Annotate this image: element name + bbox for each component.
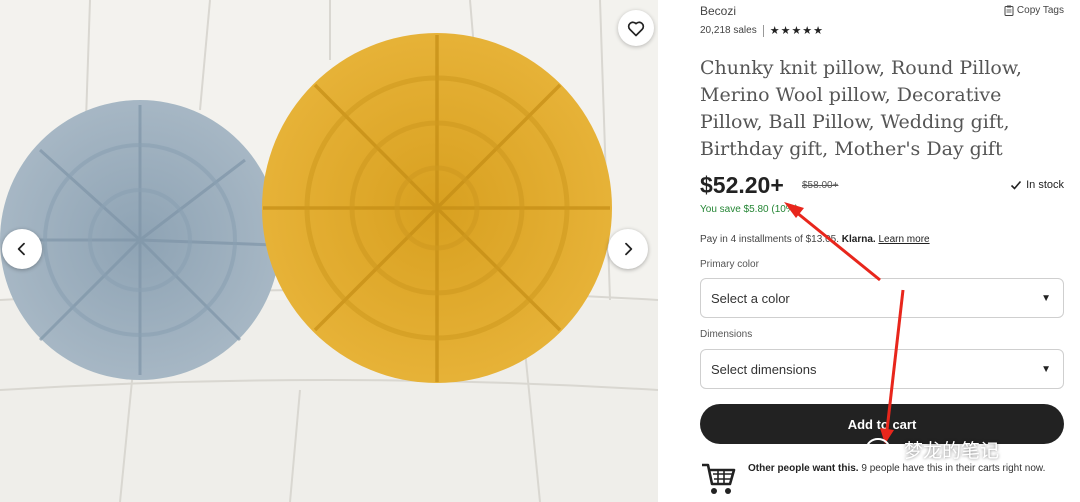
favorite-button[interactable] <box>618 10 654 46</box>
installments-text: Pay in 4 installments of $13.05. <box>700 234 839 245</box>
dimensions-value: Select dimensions <box>711 361 817 377</box>
current-price: $52.20+ <box>700 172 784 198</box>
caret-down-icon: ▼ <box>1041 292 1051 304</box>
demand-text: Other people want this. 9 people have th… <box>748 462 1048 476</box>
wechat-icon <box>866 437 897 461</box>
copy-tags-label: Copy Tags <box>1016 5 1064 16</box>
gray-pillow <box>0 100 280 380</box>
previous-image-button[interactable] <box>2 229 42 269</box>
dimensions-select[interactable]: Select dimensions ▼ <box>700 349 1064 389</box>
caret-down-icon: ▼ <box>1041 363 1051 375</box>
copy-tags-button[interactable]: Copy Tags <box>1004 5 1064 16</box>
learn-more-link[interactable]: Learn more <box>878 234 929 245</box>
heart-outline-icon <box>627 21 645 37</box>
demand-notice: Other people want this. 9 people have th… <box>700 462 1064 496</box>
demand-bold: Other people want this. <box>748 463 859 474</box>
chevron-left-icon <box>17 242 25 256</box>
shopping-cart-icon <box>702 463 736 494</box>
savings-text: You save $5.80 (10%) <box>700 204 799 215</box>
primary-color-value: Select a color <box>711 290 790 306</box>
klarna-logo: Klarna. <box>841 234 876 245</box>
installments-row: Pay in 4 installments of $13.05. Klarna.… <box>700 234 930 245</box>
sales-rating-row: 20,218 sales ★★★★★ <box>700 24 824 37</box>
clipboard-icon <box>1004 5 1014 16</box>
dimensions-label: Dimensions <box>700 329 753 340</box>
watermark-text: 梦龙的笔记 <box>904 441 1000 462</box>
stock-status: In stock <box>1010 179 1064 191</box>
primary-color-select[interactable]: Select a color ▼ <box>700 278 1064 318</box>
checkmark-icon <box>1011 180 1022 190</box>
star-rating[interactable]: ★★★★★ <box>770 24 824 37</box>
watermark: 梦龙的笔记 <box>866 436 999 463</box>
original-price: $58.00+ <box>802 180 839 191</box>
product-photo <box>0 0 658 502</box>
product-info-panel: Becozi Copy Tags 20,218 sales ★★★★★ Chun… <box>700 0 1064 502</box>
stock-label: In stock <box>1026 179 1064 191</box>
chevron-right-icon <box>625 242 633 256</box>
divider <box>762 24 764 37</box>
demand-rest: 9 people have this in their carts right … <box>858 463 1046 474</box>
next-image-button[interactable] <box>608 229 648 269</box>
shop-name-link[interactable]: Becozi <box>700 4 736 18</box>
image-gallery <box>0 0 658 502</box>
gold-pillow <box>262 33 612 383</box>
sales-count: 20,218 sales <box>700 25 757 36</box>
primary-color-label: Primary color <box>700 259 759 270</box>
product-title: Chunky knit pillow, Round Pillow, Merino… <box>700 57 1022 160</box>
